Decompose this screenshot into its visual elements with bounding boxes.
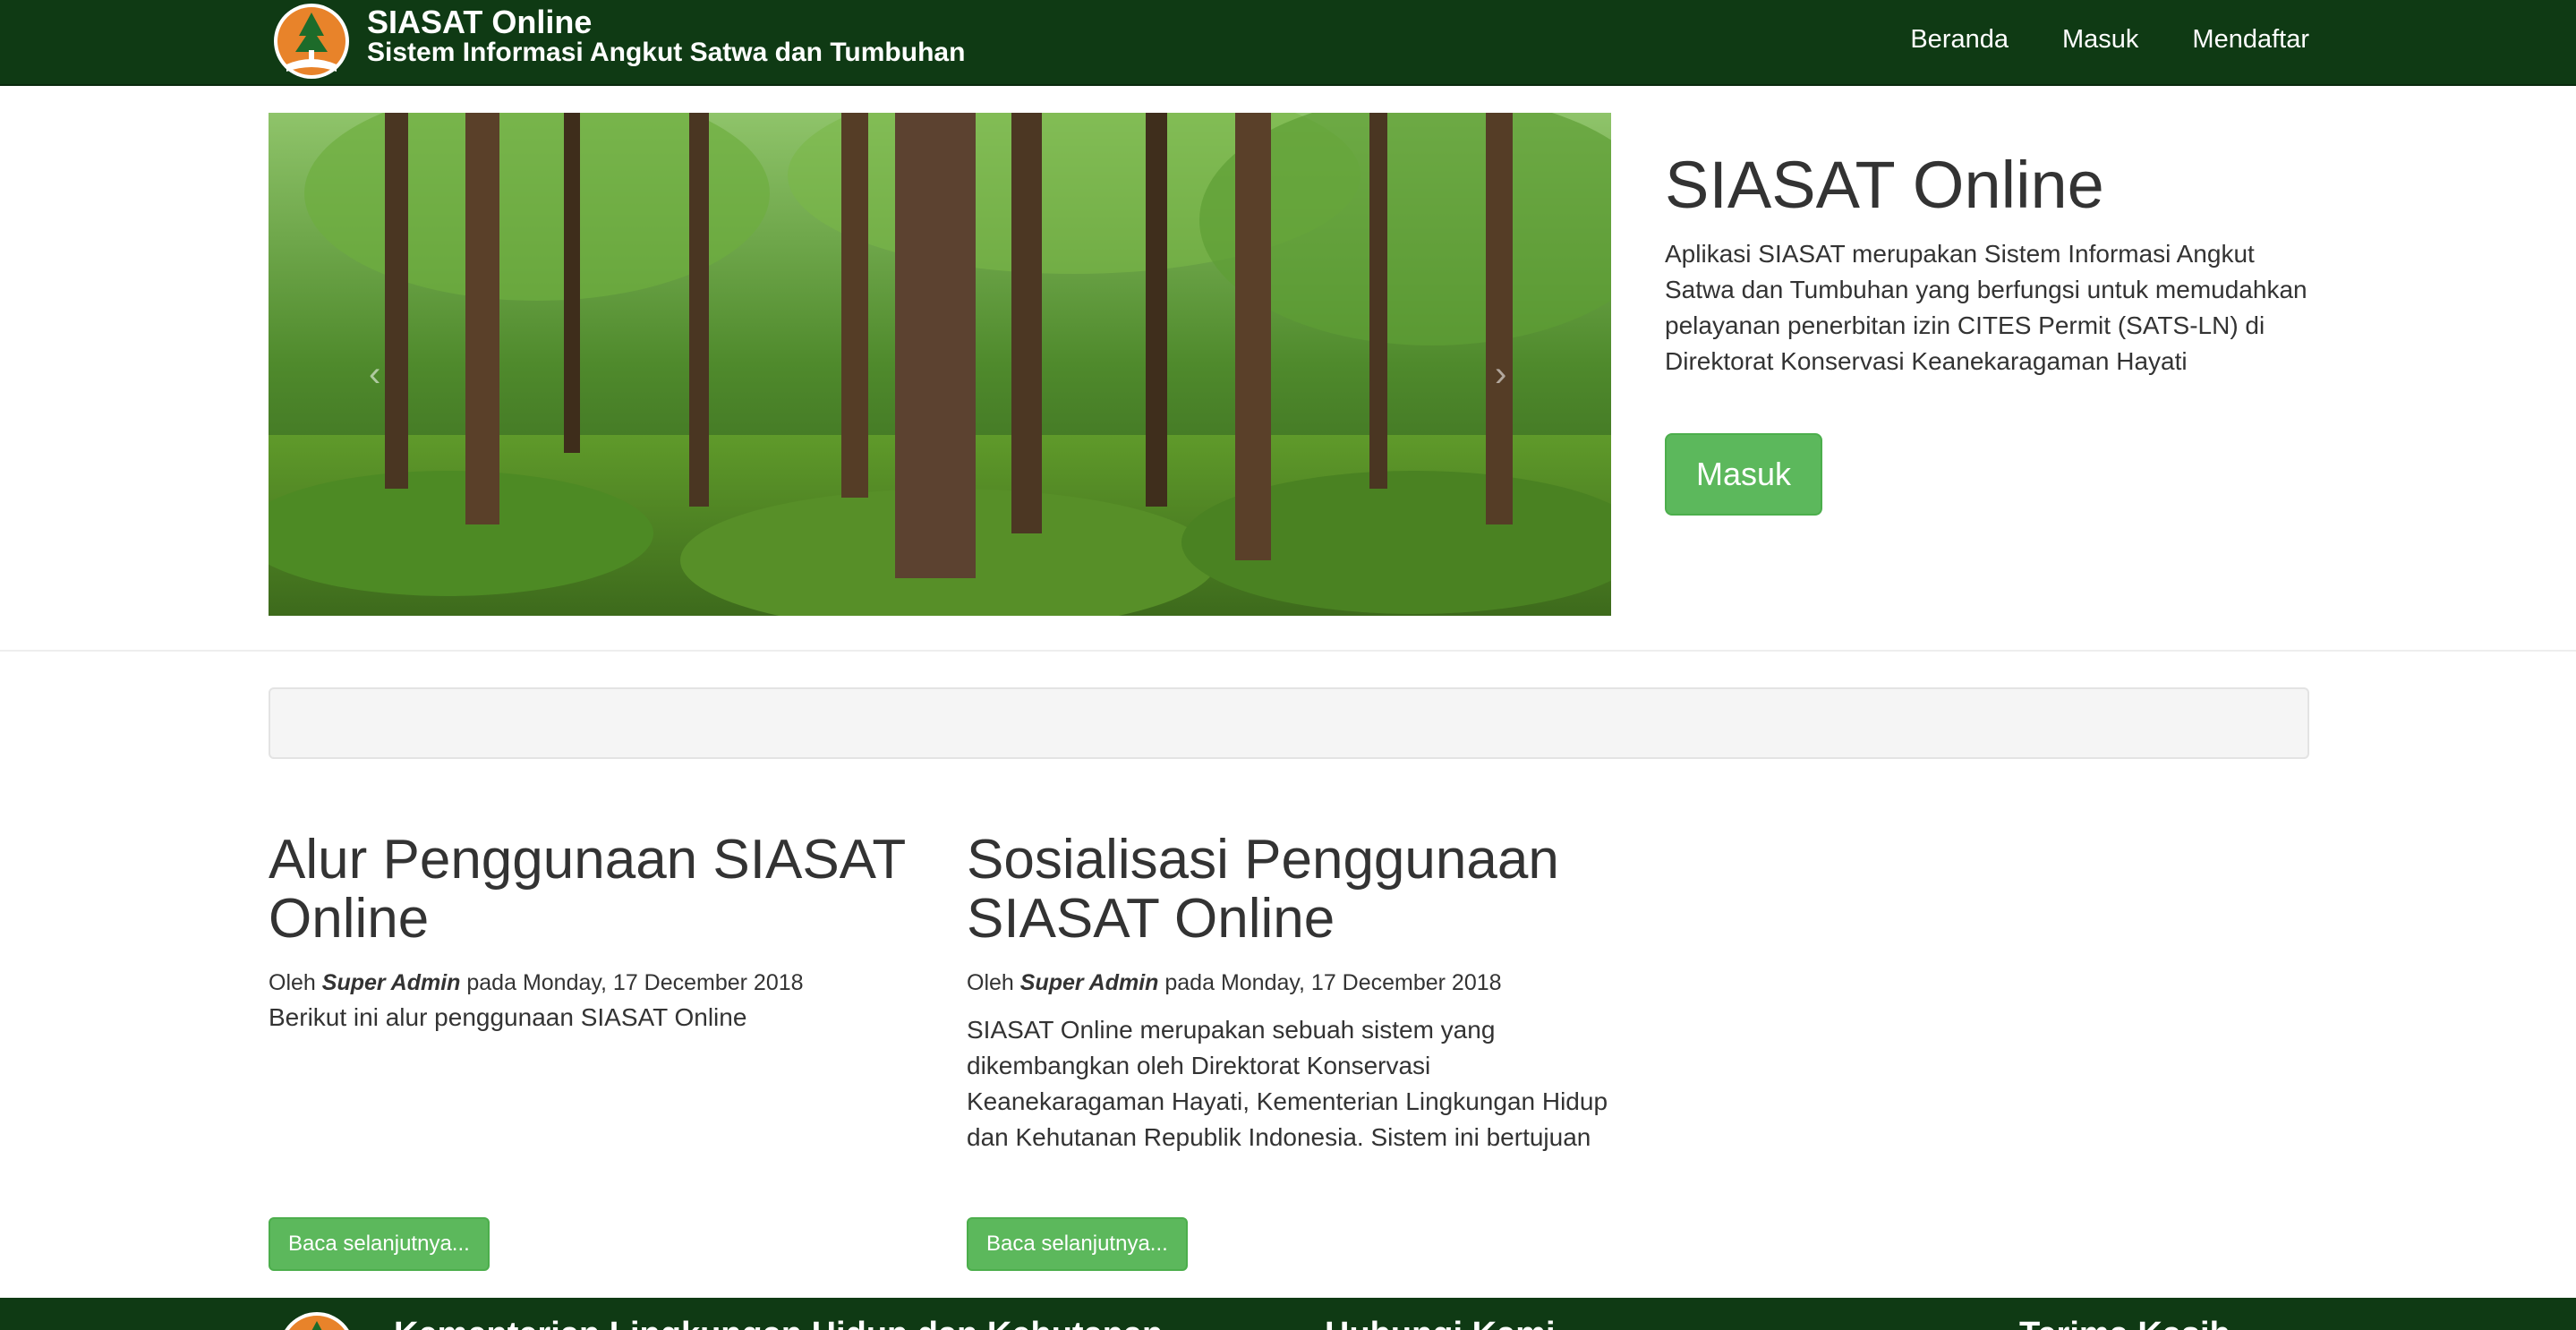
footer: Kementerian Lingkungan Hidup dan Kehutan… [0, 1298, 2576, 1330]
footer-thanks-heading: Terima Kasih [2019, 1316, 2231, 1330]
hero-description: Aplikasi SIASAT merupakan Sistem Informa… [1665, 240, 2307, 375]
hero-carousel-image: ‹ › [269, 113, 1611, 616]
top-navbar: SIASAT Online Sistem Informasi Angkut Sa… [0, 0, 2576, 86]
read-more-button[interactable]: Baca selanjutnya... [967, 1217, 1188, 1271]
article-author: Super Admin [1019, 970, 1159, 995]
article-summary: SIASAT Online merupakan sebuah sistem ya… [967, 1016, 1608, 1163]
article-date: Monday, 17 December 2018 [1220, 970, 1502, 995]
carousel-next-icon[interactable]: › [1495, 354, 1506, 395]
footer-ministry: Kementerian Lingkungan Hidup dan Kehutan… [394, 1316, 1163, 1330]
klhk-logo-icon [285, 1312, 349, 1330]
nav-link-mendaftar[interactable]: Mendaftar [2192, 25, 2309, 55]
article-title[interactable]: Alur Penggunaan SIASAT Online [269, 831, 931, 949]
article-title[interactable]: Sosialisasi Penggunaan SIASAT Online [967, 831, 1629, 949]
article-card: Alur Penggunaan SIASAT Online Oleh Super… [269, 831, 931, 1036]
meta-prefix: Oleh [967, 970, 1014, 995]
empty-well-panel [269, 687, 2309, 759]
article-meta: Oleh Super Admin pada Monday, 17 Decembe… [967, 970, 1629, 996]
meta-mid: pada [1164, 970, 1215, 995]
article-meta: Oleh Super Admin pada Monday, 17 Decembe… [269, 970, 931, 996]
article-date: Monday, 17 December 2018 [522, 970, 804, 995]
read-more-button[interactable]: Baca selanjutnya... [269, 1217, 490, 1271]
brand-title[interactable]: SIASAT Online [367, 4, 592, 41]
hero-masuk-button[interactable]: Masuk [1665, 433, 1822, 516]
nav-links: Beranda Masuk Mendaftar [1910, 25, 2309, 55]
meta-mid: pada [466, 970, 516, 995]
meta-prefix: Oleh [269, 970, 316, 995]
nav-link-beranda[interactable]: Beranda [1910, 25, 2009, 55]
klhk-logo-icon[interactable] [269, 0, 354, 81]
hero-title: SIASAT Online [1665, 148, 2104, 222]
footer-contact-heading: Hubungi Kami [1325, 1316, 1556, 1330]
carousel-prev-icon[interactable]: ‹ [369, 354, 380, 395]
section-divider [0, 650, 2576, 652]
article-summary: Berikut ini alur penggunaan SIASAT Onlin… [269, 1003, 747, 1031]
article-card: Sosialisasi Penggunaan SIASAT Online Ole… [967, 831, 1629, 1164]
nav-link-masuk[interactable]: Masuk [2062, 25, 2138, 55]
brand-subtitle: Sistem Informasi Angkut Satwa dan Tumbuh… [367, 38, 966, 67]
forest-image [269, 113, 1611, 616]
article-author: Super Admin [321, 970, 461, 995]
